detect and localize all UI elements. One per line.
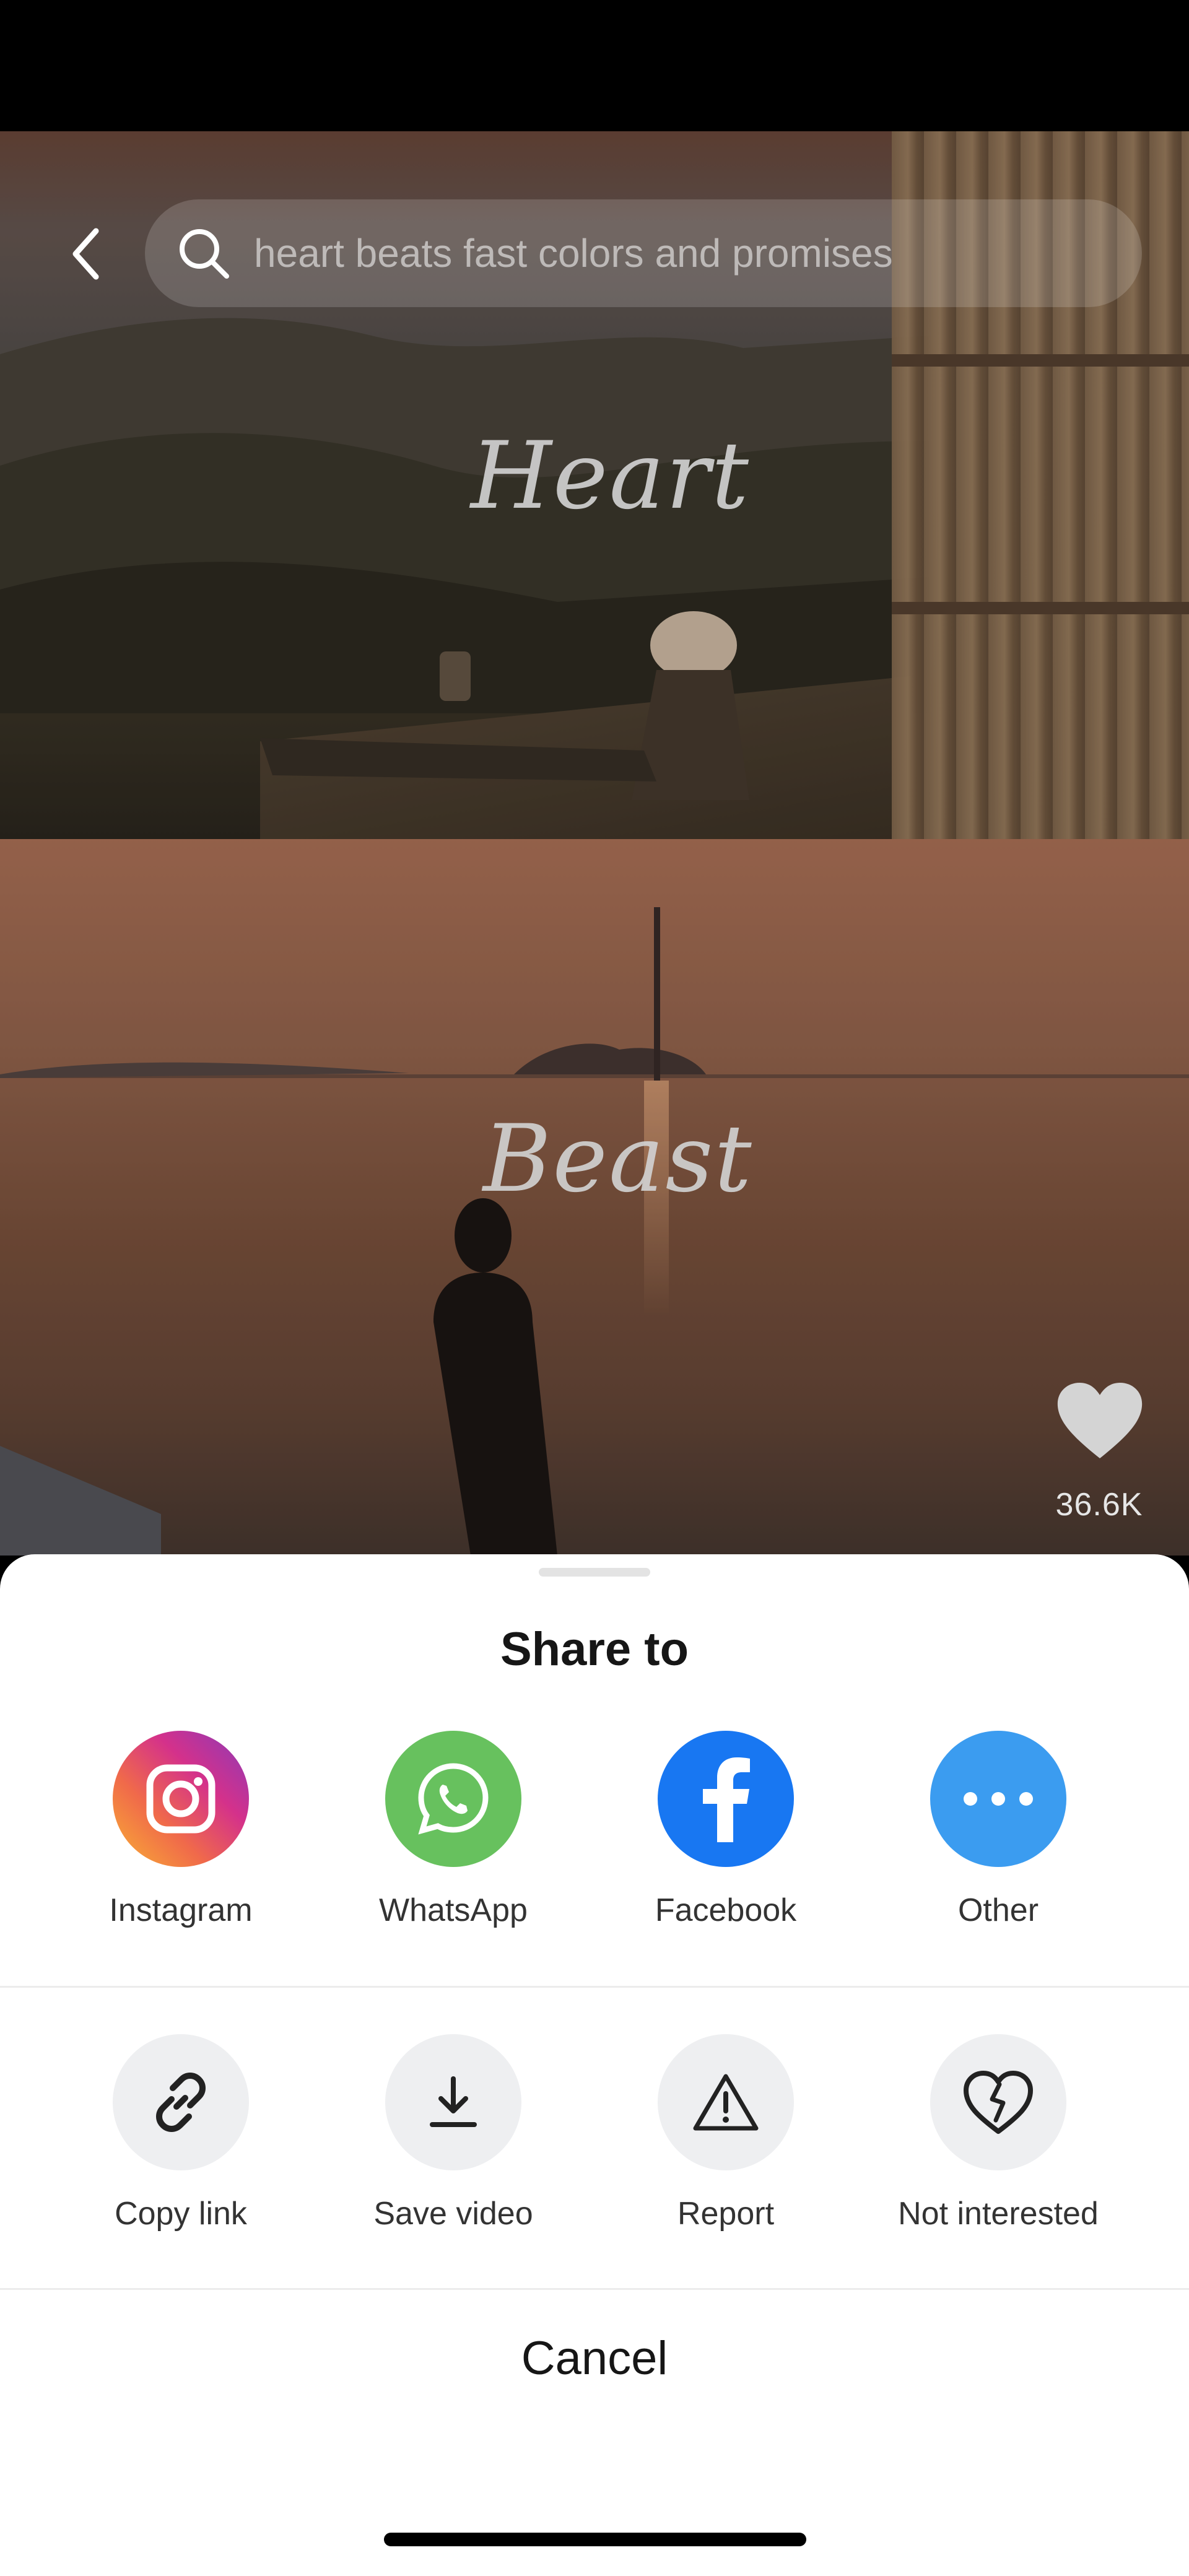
search-query: heart beats fast colors and promises	[254, 231, 893, 276]
share-other-button[interactable]: Other	[862, 1731, 1135, 1929]
not-interested-label: Not interested	[898, 2196, 1099, 2232]
facebook-label: Facebook	[655, 1892, 797, 1928]
share-apps-row: Instagram WhatsApp Facebook Other	[0, 1731, 1189, 1954]
whatsapp-icon	[385, 1731, 521, 1867]
video-player[interactable]: Heart Beast	[0, 131, 1189, 1556]
share-actions-row: Copy link Save video Report Not interest…	[0, 2034, 1189, 2257]
report-button[interactable]: Report	[590, 2034, 862, 2232]
other-label: Other	[957, 1892, 1039, 1928]
share-instagram-button[interactable]: Instagram	[45, 1731, 317, 1929]
save-video-button[interactable]: Save video	[317, 2034, 590, 2232]
heart-icon[interactable]	[1056, 1381, 1144, 1460]
save-video-label: Save video	[373, 2196, 533, 2232]
whatsapp-label: WhatsApp	[379, 1892, 528, 1928]
dim-overlay	[0, 839, 1189, 1556]
divider	[0, 1986, 1189, 1988]
like-count: 36.6K	[1055, 1487, 1143, 1523]
copy-link-button[interactable]: Copy link	[45, 2034, 317, 2232]
link-icon	[113, 2034, 249, 2170]
instagram-label: Instagram	[109, 1892, 253, 1928]
search-icon	[180, 229, 229, 279]
home-indicator	[384, 2533, 806, 2546]
search-bar[interactable]: heart beats fast colors and promises	[145, 199, 1142, 307]
share-whatsapp-button[interactable]: WhatsApp	[317, 1731, 590, 1929]
broken-heart-icon	[930, 2034, 1066, 2170]
sheet-title: Share to	[500, 1623, 689, 1676]
download-icon	[385, 2034, 521, 2170]
chevron-left-icon	[72, 228, 99, 280]
facebook-icon	[658, 1731, 794, 1867]
report-label: Report	[677, 2196, 775, 2232]
cancel-button[interactable]: Cancel	[0, 2331, 1189, 2385]
back-button[interactable]	[62, 223, 111, 285]
divider	[0, 2288, 1189, 2290]
instagram-icon	[113, 1731, 249, 1867]
copy-link-label: Copy link	[115, 2196, 247, 2232]
more-dots-icon	[930, 1731, 1066, 1867]
screen: Heart Beast 36.6K heart beats fast color…	[0, 0, 1189, 2576]
video-frame-bottom: Beast	[0, 839, 1189, 1556]
share-sheet: Share to Instagram WhatsApp Facebook Oth…	[0, 1554, 1189, 2576]
not-interested-button[interactable]: Not interested	[862, 2034, 1135, 2232]
warning-icon	[658, 2034, 794, 2170]
sheet-drag-handle[interactable]	[539, 1568, 650, 1577]
share-facebook-button[interactable]: Facebook	[590, 1731, 862, 1929]
